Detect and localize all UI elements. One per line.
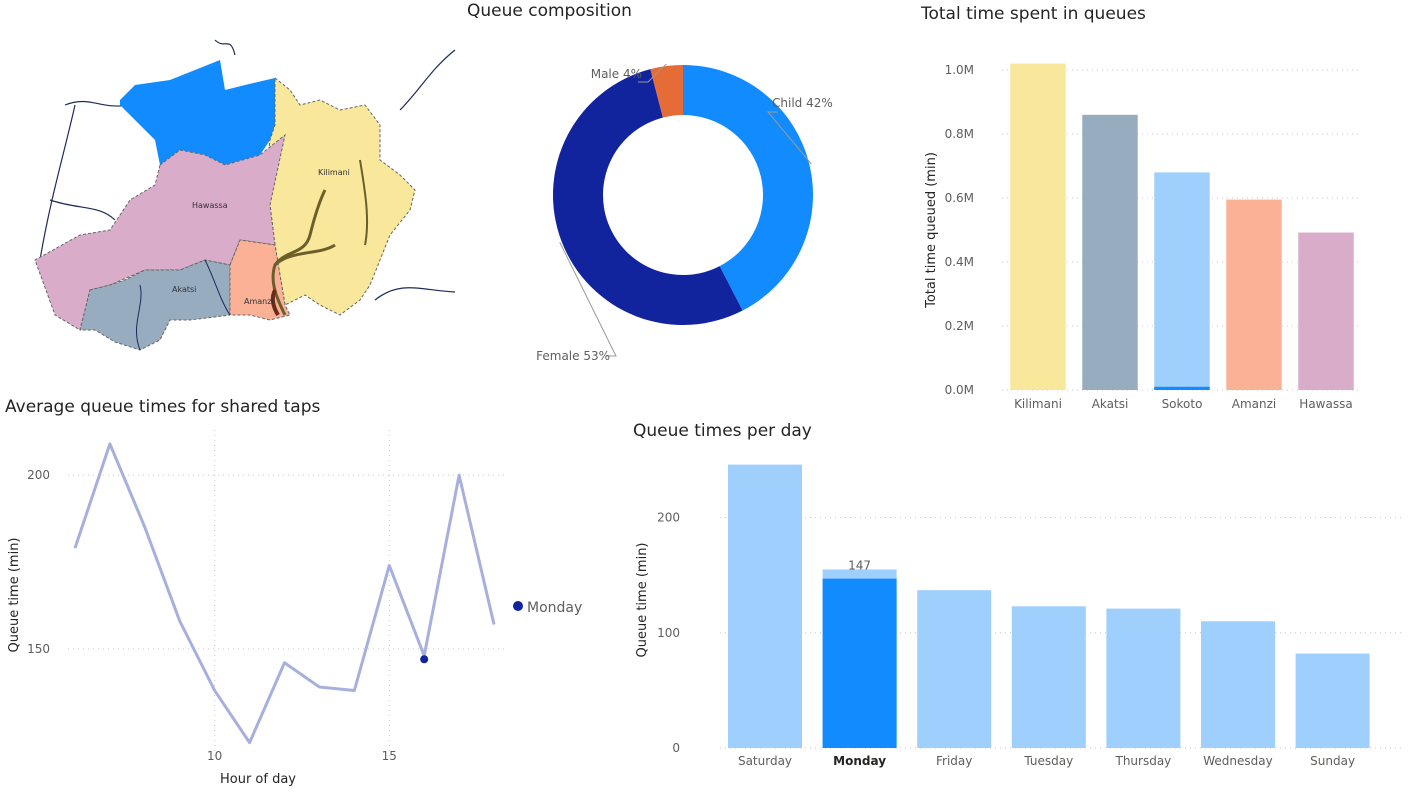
bars-total-svg: 0.0M 0.2M 0.4M 0.6M 0.8M 1.0M Total time queue…: [924, 63, 1362, 411]
bars-day-xtick: Wednesday: [1203, 754, 1272, 768]
bars-day-xtick: Tuesday: [1023, 754, 1073, 768]
bars-day-xtick: Saturday: [738, 754, 792, 768]
map-river: [399, 49, 456, 111]
bars-day-title: Queue times per day: [633, 421, 812, 441]
line-chart[interactable]: 150 200 10 15 Hour of day Queue time (min) Mon…: [0, 425, 600, 792]
bars-day-ytick: 100: [657, 626, 680, 640]
bars-day-xtick: Sunday: [1310, 754, 1355, 768]
bar-saturday[interactable]: [728, 464, 802, 748]
line-ytick: 200: [27, 468, 50, 482]
bar-friday[interactable]: [917, 590, 992, 748]
bar-sunday[interactable]: [1295, 653, 1370, 748]
bar-sokoto[interactable]: [1154, 172, 1210, 390]
map-label-akatsi: Akatsi: [172, 285, 196, 294]
bars-day-xtick: Monday: [833, 754, 886, 768]
bar-amanzi[interactable]: [1226, 199, 1282, 390]
bars-total-title: Total time spent in queues: [921, 4, 1146, 24]
donut-label-child: Child 42%: [772, 96, 833, 110]
bars-total-xtick: Sokoto: [1162, 397, 1203, 411]
line-title: Average queue times for shared taps: [5, 397, 321, 417]
donut-svg: Child 42% Female 53% Male 4%: [536, 63, 833, 363]
bars-total-ytick: 0.6M: [945, 191, 974, 205]
line-svg: 150 200 10 15 Hour of day Queue time (min) Mon…: [7, 430, 582, 787]
line-xtick: 10: [207, 749, 222, 763]
bars-day-ytick: 200: [657, 511, 680, 525]
bar-thursday[interactable]: [1106, 608, 1181, 748]
bars-total-chart[interactable]: 0.0M 0.2M 0.4M 0.6M 0.8M 1.0M Total time queue…: [910, 40, 1370, 420]
donut-chart[interactable]: Child 42% Female 53% Male 4%: [520, 40, 860, 380]
bar-highlight-monday[interactable]: [822, 578, 897, 748]
line-xtick: 15: [382, 749, 397, 763]
bars-day-ylabel: Queue time (min): [635, 542, 650, 657]
bars-total-ytick: 0.8M: [945, 127, 974, 141]
bars-day-svg: 0 100 200 Queue time (min) Saturday 147 Monday…: [635, 464, 1405, 768]
line-xlabel: Hour of day: [220, 772, 296, 787]
donut-label-male: Male 4%: [591, 67, 642, 81]
bar-akatsi[interactable]: [1082, 114, 1138, 391]
map-region-sokoto[interactable]: [120, 60, 275, 165]
map-river: [214, 39, 236, 56]
bars-total-xtick: Amanzi: [1232, 397, 1277, 411]
map-label-hawassa: Hawassa: [192, 201, 228, 210]
donut-label-female: Female 53%: [536, 349, 610, 363]
line-ytick: 150: [27, 642, 50, 656]
bars-day-ytick: 0: [672, 741, 680, 755]
bar-hawassa[interactable]: [1298, 232, 1354, 390]
bars-total-ytick: 0.2M: [945, 319, 974, 333]
map-river: [49, 199, 116, 221]
bars-day-xtick: Friday: [936, 754, 972, 768]
bars-total-ytick: 1.0M: [945, 63, 974, 77]
line-ylabel: Queue time (min): [7, 537, 22, 652]
bars-total-ytick: 0.4M: [945, 255, 974, 269]
bars-total-xtick: Hawassa: [1299, 397, 1352, 411]
bars-total-xtick: Kilimani: [1014, 397, 1062, 411]
bars-total-ytick: 0.0M: [945, 383, 974, 397]
region-map[interactable]: Kilimani Hawassa Akatsi Amanzi: [20, 30, 465, 360]
bar-tuesday[interactable]: [1011, 606, 1086, 748]
bar-wednesday[interactable]: [1201, 621, 1275, 748]
map-label-amanzi: Amanzi: [244, 297, 274, 306]
line-legend-marker: [513, 601, 523, 611]
bars-day-chart[interactable]: 0 100 200 Queue time (min) Saturday 147 Monday…: [620, 450, 1415, 792]
map-label-kilimani: Kilimani: [318, 168, 350, 177]
bars-total-xtick: Akatsi: [1092, 397, 1129, 411]
donut-title: Queue composition: [467, 1, 632, 21]
map-svg: Kilimani Hawassa Akatsi Amanzi: [34, 39, 456, 351]
line-series[interactable]: [73, 442, 496, 745]
bars-total-ylabel: Total time queued (min): [924, 152, 939, 309]
map-region-kilimani[interactable]: [264, 76, 416, 316]
bar-highlight-sokoto[interactable]: [1154, 386, 1210, 390]
map-river: [374, 287, 456, 301]
line-legend-label: Monday: [527, 600, 582, 616]
line-highlight-point[interactable]: [420, 655, 429, 664]
bars-day-xtick: Thursday: [1114, 754, 1171, 768]
map-river: [39, 104, 76, 261]
bar-kilimani[interactable]: [1010, 63, 1066, 390]
bars-day-data-label: 147: [848, 558, 871, 572]
